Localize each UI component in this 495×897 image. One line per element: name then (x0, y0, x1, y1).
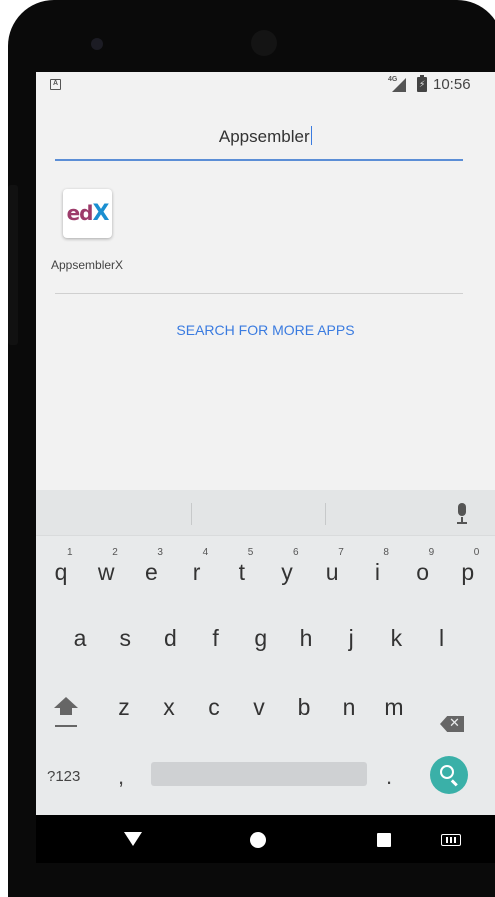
key-x[interactable]: x (147, 679, 191, 735)
front-camera (91, 38, 103, 50)
suggestion-divider (191, 503, 192, 525)
home-icon[interactable] (250, 832, 266, 848)
search-input[interactable]: Appsembler (36, 126, 495, 147)
period-key[interactable]: . (386, 762, 406, 792)
navigation-bar (36, 815, 495, 863)
suggestion-divider (325, 503, 326, 525)
key-h[interactable]: h (284, 610, 328, 666)
key-j[interactable]: j (329, 610, 373, 666)
key-b[interactable]: b (282, 679, 326, 735)
recent-apps-icon[interactable] (377, 833, 391, 847)
key-o[interactable]: o9 (401, 544, 445, 600)
space-key[interactable] (151, 762, 367, 786)
key-s[interactable]: s (103, 610, 147, 666)
side-button (8, 185, 18, 345)
key-i[interactable]: i8 (355, 544, 399, 600)
key-g[interactable]: g (239, 610, 283, 666)
key-r[interactable]: r4 (175, 544, 219, 600)
search-query: Appsembler (218, 127, 310, 146)
mic-icon[interactable] (455, 503, 469, 525)
key-m[interactable]: m (372, 679, 416, 735)
key-e[interactable]: e3 (129, 544, 173, 600)
key-y[interactable]: y6 (265, 544, 309, 600)
key-v[interactable]: v (237, 679, 281, 735)
earpiece-speaker (251, 30, 277, 56)
app-label: AppsemblerX (51, 258, 124, 272)
key-p[interactable]: p0 (446, 544, 490, 600)
battery-icon: ⚡ (417, 75, 427, 92)
backspace-icon[interactable]: ✕ (440, 716, 464, 732)
search-more-apps-button[interactable]: SEARCH FOR MORE APPS (36, 322, 495, 338)
shift-icon[interactable] (52, 695, 80, 731)
symbols-key[interactable]: ?123 (47, 762, 93, 792)
keyboard-switch-icon[interactable] (441, 834, 461, 846)
key-u[interactable]: u7 (310, 544, 354, 600)
key-t[interactable]: t5 (220, 544, 264, 600)
key-q[interactable]: q1 (39, 544, 83, 600)
key-n[interactable]: n (327, 679, 371, 735)
divider (55, 293, 463, 294)
key-d[interactable]: d (148, 610, 192, 666)
status-time: 10:56 (433, 76, 471, 93)
status-bar: A 4G ⚡ 10:56 (36, 72, 495, 98)
key-a[interactable]: a (58, 610, 102, 666)
notification-a-icon: A (50, 79, 61, 90)
text-caret (310, 126, 313, 145)
screen: A 4G ⚡ 10:56 Appsembler edX AppsemblerX … (36, 72, 495, 815)
key-c[interactable]: c (192, 679, 236, 735)
key-z[interactable]: z (102, 679, 146, 735)
search-underline (55, 159, 463, 161)
key-l[interactable]: l (420, 610, 464, 666)
key-k[interactable]: k (374, 610, 418, 666)
key-f[interactable]: f (194, 610, 238, 666)
search-icon[interactable] (430, 756, 468, 794)
app-icon-edx[interactable]: edX (63, 189, 112, 238)
keyboard: q1w2e3r4t5y6u7i8o9p0 asdfghjkl zxcvbnm ✕… (36, 490, 495, 815)
signal-icon: 4G (388, 76, 410, 92)
key-w[interactable]: w2 (84, 544, 128, 600)
back-icon[interactable] (124, 832, 142, 846)
comma-key[interactable]: , (118, 762, 138, 792)
suggestion-strip (36, 490, 495, 536)
